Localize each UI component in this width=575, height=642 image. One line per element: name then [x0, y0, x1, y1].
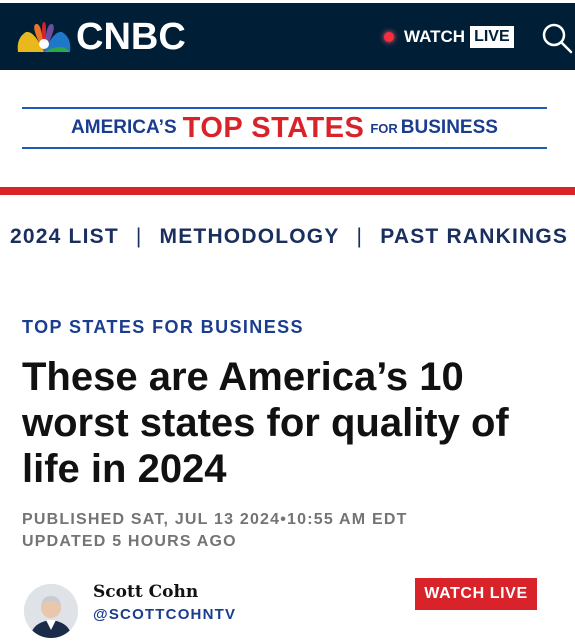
- subnav-separator: |: [135, 225, 143, 248]
- author-photo: [24, 584, 78, 638]
- watch-label: WATCH: [404, 27, 466, 46]
- banner-for: FOR: [370, 120, 398, 136]
- updated-time: UPDATED 5 HOURS AGO: [22, 533, 237, 550]
- search-button[interactable]: [541, 22, 573, 54]
- live-badge: LIVE: [470, 26, 514, 48]
- live-dot-icon: [384, 32, 394, 42]
- article-eyebrow[interactable]: TOP STATES FOR BUSINESS: [22, 317, 304, 338]
- author-avatar[interactable]: [24, 584, 78, 638]
- banner-top-states: TOP STATES: [182, 111, 365, 144]
- watch-live-button[interactable]: WATCH LIVE: [384, 23, 514, 51]
- site-header: CNBC WATCH LIVE: [0, 0, 575, 70]
- subnav-past-rankings[interactable]: PAST RANKINGS: [380, 225, 568, 249]
- red-divider: [0, 187, 575, 195]
- section-subnav: 2024 LIST | METHODOLOGY | PAST RANKINGS: [10, 222, 568, 252]
- subnav-2024-list[interactable]: 2024 LIST: [10, 225, 119, 249]
- watch-live-cta[interactable]: WATCH LIVE: [415, 578, 537, 610]
- published-date: PUBLISHED SAT, JUL 13 2024•10:55 AM EDT: [22, 511, 408, 528]
- top-states-banner[interactable]: AMERICA’S TOP STATES FOR BUSINESS: [22, 107, 547, 149]
- peacock-logo-icon: [17, 22, 71, 52]
- subnav-methodology[interactable]: METHODOLOGY: [160, 225, 340, 249]
- subnav-separator: |: [356, 225, 364, 248]
- cnbc-logo[interactable]: CNBC: [16, 16, 186, 58]
- article-meta: PUBLISHED SAT, JUL 13 2024•10:55 AM EDT …: [22, 509, 408, 553]
- banner-business: BUSINESS: [400, 117, 498, 138]
- author-handle[interactable]: @SCOTTCOHNTV: [93, 606, 236, 623]
- logo-text: CNBC: [76, 16, 186, 58]
- banner-americas: AMERICA’S: [71, 117, 177, 138]
- article-headline: These are America’s 10 worst states for …: [22, 355, 509, 491]
- author-name[interactable]: Scott Cohn: [93, 582, 198, 602]
- search-icon: [542, 23, 573, 54]
